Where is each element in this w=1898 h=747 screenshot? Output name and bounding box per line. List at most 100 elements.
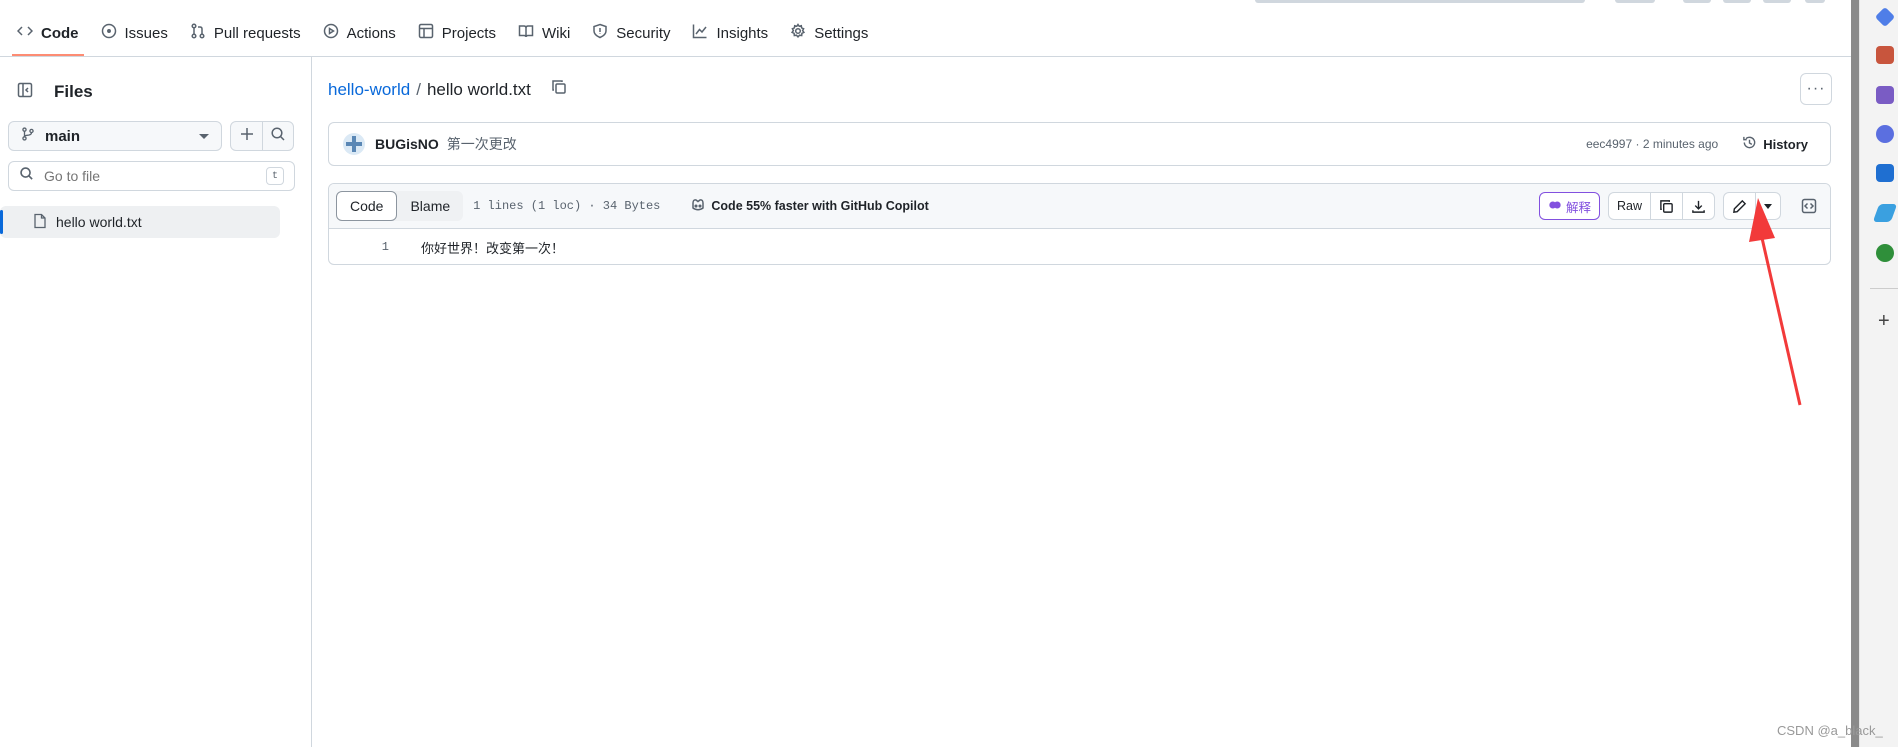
files-header: Files [10, 77, 93, 107]
copilot-promo-link[interactable]: Code 55% faster with GitHub Copilot [690, 197, 929, 216]
tab-code[interactable]: Code [6, 14, 90, 56]
branch-selector[interactable]: main [8, 121, 222, 151]
tree-icon[interactable] [1876, 244, 1894, 262]
breadcrumb-repo-link[interactable]: hello-world [328, 80, 410, 100]
play-icon [323, 23, 339, 43]
divider [1870, 288, 1898, 289]
tree-file-name: hello world.txt [56, 214, 142, 230]
copy-icon [1660, 199, 1673, 213]
explain-label: 解释 [1565, 200, 1591, 215]
search-icon [270, 126, 286, 147]
briefcase-icon[interactable] [1876, 46, 1894, 64]
repo-tabs: Code Issues Pull requests Actions Projec… [6, 14, 879, 56]
tab-pull-requests[interactable]: Pull requests [179, 14, 312, 52]
symbols-panel-button[interactable] [1795, 192, 1823, 220]
games-icon[interactable] [1876, 86, 1894, 104]
copilot-app-icon[interactable] [1876, 125, 1894, 143]
breadcrumb-file-name: hello world.txt [426, 79, 531, 99]
branch-row: main [8, 121, 294, 151]
tab-label: Projects [441, 24, 496, 42]
copy-raw-button[interactable] [1650, 193, 1682, 219]
branch-icon [21, 127, 35, 145]
code-square-icon [1801, 198, 1817, 214]
copy-icon [552, 80, 566, 94]
shield-icon [592, 23, 608, 43]
breadcrumb: hello-world / hello world.txt [328, 79, 567, 100]
tab-label: Issues [124, 24, 168, 42]
tree-file-item[interactable]: hello world.txt [0, 206, 280, 238]
tab-label: Code [41, 24, 79, 42]
tab-issues[interactable]: Issues [90, 14, 179, 52]
avatar[interactable] [343, 133, 365, 155]
explain-button[interactable]: 解释 [1538, 192, 1600, 220]
search-files-button[interactable] [262, 122, 293, 150]
file-icon [32, 213, 48, 232]
kebab-horizontal-icon: ··· [1806, 80, 1826, 97]
tab-projects[interactable]: Projects [407, 14, 507, 52]
code-view-button[interactable]: Code [336, 191, 398, 221]
edit-dropdown-button[interactable] [1755, 193, 1780, 219]
graph-icon [692, 23, 708, 43]
branch-name: main [45, 127, 81, 145]
tab-wiki[interactable]: Wiki [507, 14, 581, 52]
commit-time: 2 minutes ago [1642, 137, 1719, 151]
book-icon [518, 23, 534, 43]
top-strip [0, 0, 1852, 4]
download-icon [1692, 200, 1705, 213]
tab-label: Settings [814, 24, 869, 42]
edit-group [1723, 192, 1781, 220]
tab-insights[interactable]: Insights [681, 14, 779, 52]
brain-icon [1548, 198, 1562, 215]
copilot-icon [690, 197, 706, 216]
more-options-button[interactable]: ··· [1800, 73, 1832, 105]
view-toggle: Code Blame [336, 191, 464, 221]
history-label: History [1763, 136, 1808, 152]
browser-sidebar [1859, 0, 1898, 747]
chevron-down-icon [199, 133, 209, 139]
scrollbar[interactable] [1851, 0, 1859, 747]
gear-icon [790, 23, 806, 43]
collapse-sidebar-button[interactable] [10, 77, 40, 107]
tab-label: Insights [716, 24, 769, 42]
chevron-down-icon [1764, 203, 1772, 209]
code-line: 1 你好世界！改变第一次！ [329, 229, 1830, 264]
repo-nav: Code Issues Pull requests Actions Projec… [0, 0, 1852, 57]
code-icon [16, 23, 34, 43]
tab-label: Pull requests [213, 24, 301, 42]
outlook-icon[interactable] [1876, 164, 1894, 182]
go-to-file-input[interactable] [44, 168, 254, 184]
commit-sha-time[interactable]: eec4997 · 2 minutes ago [1586, 137, 1718, 151]
plus-icon [239, 126, 255, 147]
plus-icon[interactable]: + [1878, 310, 1890, 333]
table-icon [418, 23, 434, 43]
search-icon [19, 166, 34, 186]
blame-view-button[interactable]: Blame [397, 191, 463, 221]
tab-label: Security [616, 24, 671, 42]
file-header: Code Blame 1 lines (1 loc) · 34 Bytes Co… [329, 184, 1830, 229]
edit-file-button[interactable] [1724, 193, 1755, 219]
line-number[interactable]: 1 [329, 240, 389, 254]
tab-label: Actions [346, 24, 396, 42]
keyboard-shortcut: t [266, 167, 284, 185]
tab-actions[interactable]: Actions [312, 14, 407, 52]
pencil-icon [1733, 199, 1747, 213]
sidebar-collapse-icon [17, 82, 33, 103]
tab-security[interactable]: Security [581, 14, 681, 52]
pull-request-icon [190, 23, 206, 43]
raw-button[interactable]: Raw [1609, 193, 1650, 219]
raw-copy-download-group: Raw [1607, 192, 1715, 220]
commit-message[interactable]: 第一次更改 [447, 134, 517, 154]
go-to-file-field[interactable]: t [8, 161, 295, 191]
file-actions: 解释 Raw [1538, 192, 1823, 220]
file-viewer: Code Blame 1 lines (1 loc) · 34 Bytes Co… [328, 183, 1831, 265]
download-button[interactable] [1682, 193, 1714, 219]
commit-author[interactable]: BUGisNO [375, 136, 439, 152]
commit-meta: eec4997 · 2 minutes ago History [1586, 131, 1816, 157]
add-file-button[interactable] [231, 122, 262, 150]
history-button[interactable]: History [1734, 131, 1816, 157]
commit-sha: eec4997 [1586, 137, 1633, 151]
issue-icon [101, 23, 117, 43]
files-title: Files [54, 82, 93, 101]
copy-path-button[interactable] [537, 79, 567, 100]
tab-settings[interactable]: Settings [779, 14, 879, 52]
